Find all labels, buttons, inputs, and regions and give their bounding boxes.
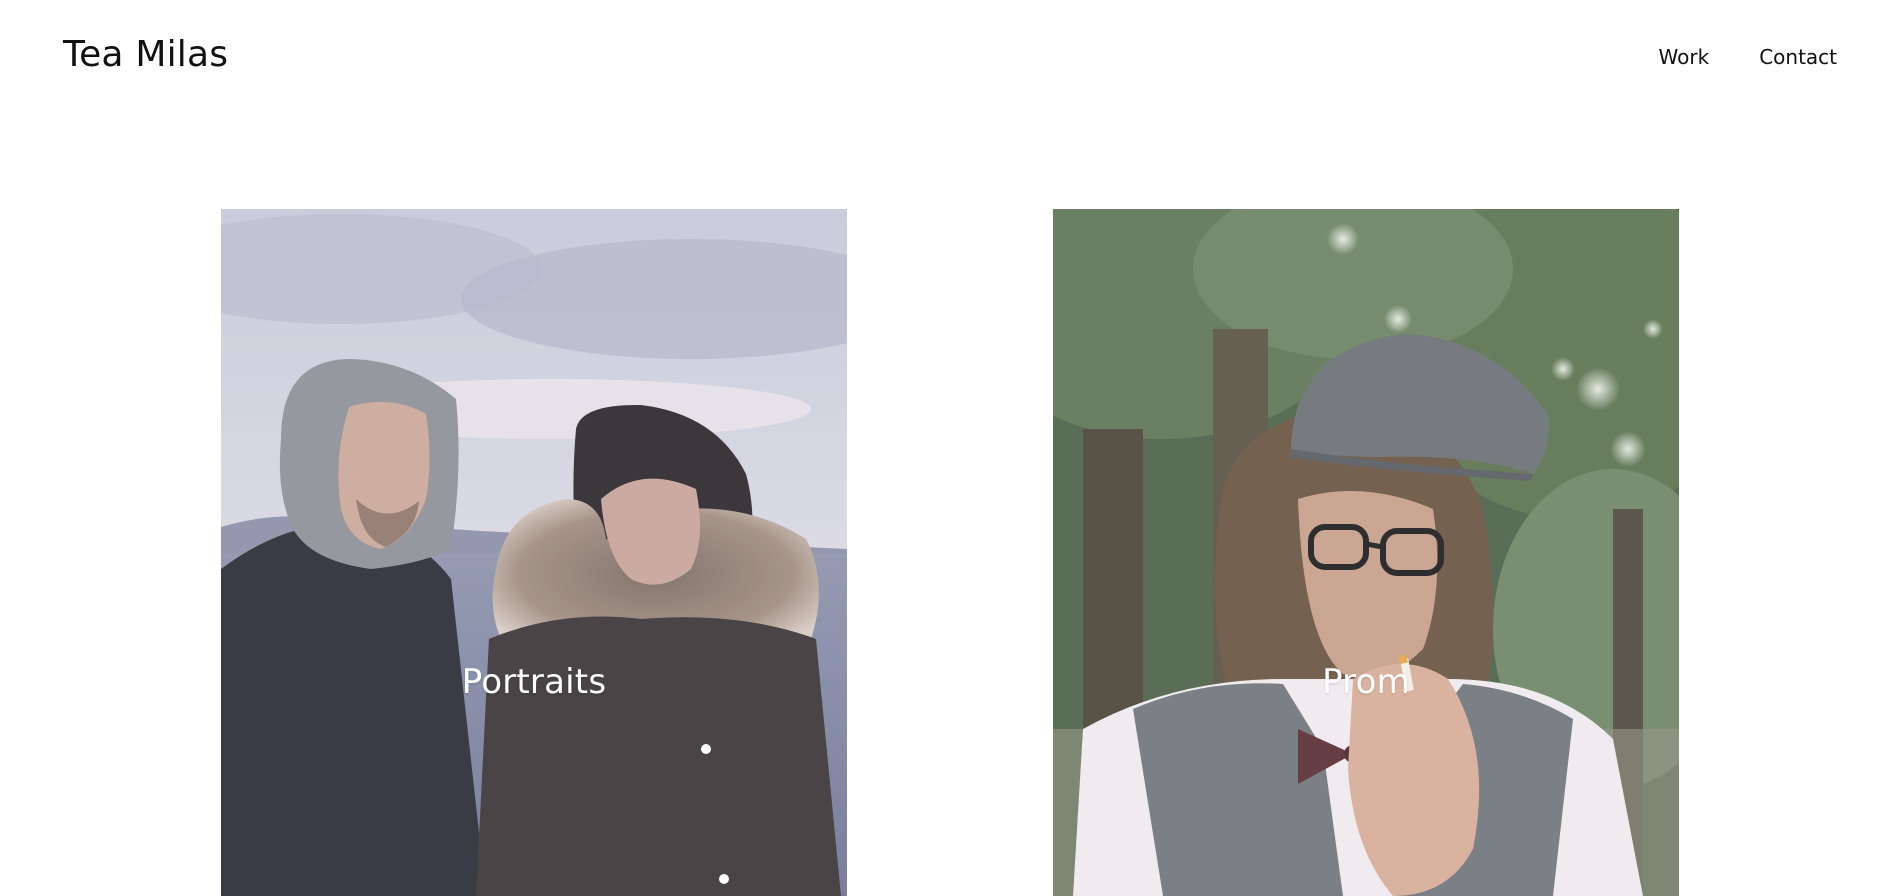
gallery-item-title: Portraits (461, 662, 607, 702)
gallery-item-prom[interactable]: Prom (1053, 209, 1679, 896)
portraits-cover-image (221, 209, 847, 896)
gallery-item-title: Prom (1322, 662, 1410, 702)
gallery-grid: Portraits Prom (0, 0, 1899, 896)
prom-cover-image (1053, 209, 1679, 896)
gallery-item-portraits[interactable]: Portraits (221, 209, 847, 896)
